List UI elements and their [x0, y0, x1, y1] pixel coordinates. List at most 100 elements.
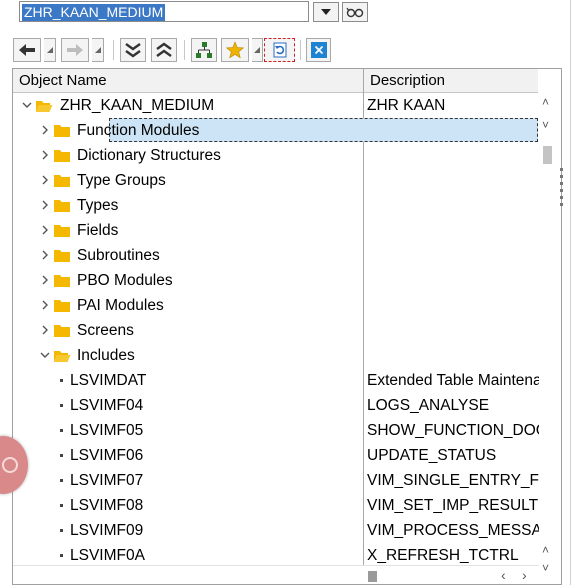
tree-item-description: UPDATE_STATUS — [367, 447, 497, 464]
tree-row[interactable]: LSVIMF05 SHOW_FUNCTION_DOC — [13, 418, 539, 443]
tree-item-description: LOGS_ANALYSE — [367, 397, 490, 414]
column-header-description[interactable]: Description — [370, 69, 445, 92]
bullet-icon — [60, 454, 63, 457]
tree-row[interactable]: LSVIMDAT Extended Table Maintena — [13, 368, 539, 393]
tree-item-description: ZHR KAAN — [367, 97, 446, 114]
tree-item-name: LSVIMF05 — [70, 422, 144, 439]
hierarchy-button[interactable] — [191, 38, 217, 62]
double-chevron-down-icon — [125, 43, 141, 58]
chevron-down-icon[interactable] — [39, 343, 51, 368]
star-icon — [226, 41, 244, 59]
bullet-icon — [60, 429, 63, 432]
tree-item-name: Includes — [77, 347, 135, 364]
chevron-down-icon — [321, 9, 331, 15]
double-chevron-up-icon — [156, 42, 172, 57]
small-triangle-icon — [94, 47, 101, 53]
tree-item-name: Types — [77, 197, 119, 214]
forward-button[interactable] — [61, 38, 89, 62]
forward-menu-button[interactable] — [92, 38, 104, 62]
vertical-scrollbar[interactable]: ˄ ˅ ˄ ˅ — [539, 92, 561, 574]
chevron-right-icon[interactable] — [39, 293, 51, 318]
tree-item-name: LSVIMF06 — [70, 447, 144, 464]
favorites-button[interactable] — [221, 38, 249, 62]
tree-item-name: Screens — [77, 322, 134, 339]
folder-icon — [54, 125, 70, 137]
back-menu-button[interactable] — [44, 38, 56, 62]
folder-icon — [54, 250, 70, 262]
bullet-icon — [60, 529, 63, 532]
favorites-menu-button[interactable] — [252, 38, 263, 62]
tree-item-name: PAI Modules — [77, 297, 164, 314]
horizontal-scrollbar[interactable]: ‹ › — [13, 565, 539, 584]
tree-item-name: Type Groups — [77, 172, 166, 189]
resize-grip[interactable] — [559, 168, 565, 216]
tree-row[interactable]: LSVIMF06 UPDATE_STATUS — [13, 443, 539, 468]
tree-item-name: Dictionary Structures — [77, 147, 221, 164]
tree-row[interactable]: PBO Modules — [13, 268, 539, 293]
column-header-object-name[interactable]: Object Name — [19, 69, 107, 92]
tree-row[interactable]: Type Groups — [13, 168, 539, 193]
tree-row[interactable]: PAI Modules — [13, 293, 539, 318]
display-button[interactable] — [342, 2, 368, 22]
back-button[interactable] — [13, 38, 41, 62]
tree-row[interactable]: Function Modules — [13, 118, 539, 143]
object-name-input[interactable]: ZHR_KAAN_MEDIUM — [19, 1, 309, 22]
chevron-right-icon[interactable] — [39, 193, 51, 218]
tree-item-name: LSVIMF09 — [70, 522, 144, 539]
chevron-right-icon[interactable] — [39, 268, 51, 293]
chevron-right-icon[interactable] — [39, 243, 51, 268]
collapse-all-button[interactable] — [151, 38, 177, 62]
chevron-right-icon[interactable] — [39, 143, 51, 168]
scroll-up-icon[interactable]: ˄ — [542, 96, 549, 108]
open-folder-icon — [36, 101, 53, 112]
tree-row[interactable]: Screens — [13, 318, 539, 343]
refresh-icon — [273, 42, 286, 58]
tree-item-name: ZHR_KAAN_MEDIUM — [60, 97, 215, 114]
object-tree[interactable]: Object Name Description ZHR_KAAN_MEDIUM Z… — [12, 68, 562, 585]
folder-icon — [54, 200, 70, 212]
tree-item-name: LSVIMF07 — [70, 472, 144, 489]
tree-row[interactable]: Includes — [13, 343, 539, 368]
tree-item-description: VIM_PROCESS_MESSAG — [367, 522, 539, 539]
chevron-right-icon[interactable] — [39, 218, 51, 243]
scroll-down-icon[interactable]: ˅ — [542, 119, 549, 131]
tree-header: Object Name Description — [13, 69, 538, 93]
chevron-right-icon[interactable] — [39, 318, 51, 343]
tree-row[interactable]: Subroutines — [13, 243, 539, 268]
close-button[interactable] — [306, 38, 331, 62]
folder-icon — [54, 150, 70, 162]
chevron-right-icon[interactable] — [39, 118, 51, 143]
scroll-right-icon[interactable]: › — [522, 568, 527, 582]
tree-item-name: PBO Modules — [77, 272, 173, 289]
scroll-left-icon[interactable]: ‹ — [501, 568, 506, 582]
tree-item-name: LSVIMDAT — [70, 372, 147, 389]
refresh-button[interactable] — [264, 38, 295, 62]
vertical-scroll-thumb[interactable] — [543, 146, 552, 164]
arrow-right-icon — [67, 44, 83, 56]
small-triangle-icon — [46, 47, 53, 53]
folder-icon — [54, 325, 70, 337]
horizontal-scroll-thumb[interactable] — [368, 571, 377, 582]
scroll-down-icon[interactable]: ˅ — [542, 562, 549, 574]
chevron-right-icon[interactable] — [39, 168, 51, 193]
tree-row[interactable]: LSVIMF04 LOGS_ANALYSE — [13, 393, 539, 418]
tree-item-description: VIM_SET_IMP_RESULTS — [367, 497, 539, 514]
tree-row[interactable]: Dictionary Structures — [13, 143, 539, 168]
arrow-left-icon — [19, 44, 35, 56]
expand-all-button[interactable] — [120, 38, 146, 62]
tree-row[interactable]: ZHR_KAAN_MEDIUM ZHR KAAN — [13, 93, 539, 118]
tree-item-description: VIM_SINGLE_ENTRY_FI — [367, 472, 539, 489]
tree-row[interactable]: LSVIMF09 VIM_PROCESS_MESSAG — [13, 518, 539, 543]
close-icon — [310, 42, 327, 58]
tree-row[interactable]: Fields — [13, 218, 539, 243]
chevron-down-icon[interactable] — [21, 93, 33, 118]
scroll-up-icon[interactable]: ˄ — [542, 544, 549, 556]
tree-row[interactable]: Types — [13, 193, 539, 218]
folder-icon — [54, 175, 70, 187]
tree-row[interactable]: LSVIMF08 VIM_SET_IMP_RESULTS — [13, 493, 539, 518]
dropdown-button[interactable] — [313, 2, 339, 22]
tree-row[interactable]: LSVIMF07 VIM_SINGLE_ENTRY_FI — [13, 468, 539, 493]
tree-item-name: LSVIMF08 — [70, 497, 144, 514]
small-triangle-icon — [254, 47, 260, 53]
bullet-icon — [60, 504, 63, 507]
